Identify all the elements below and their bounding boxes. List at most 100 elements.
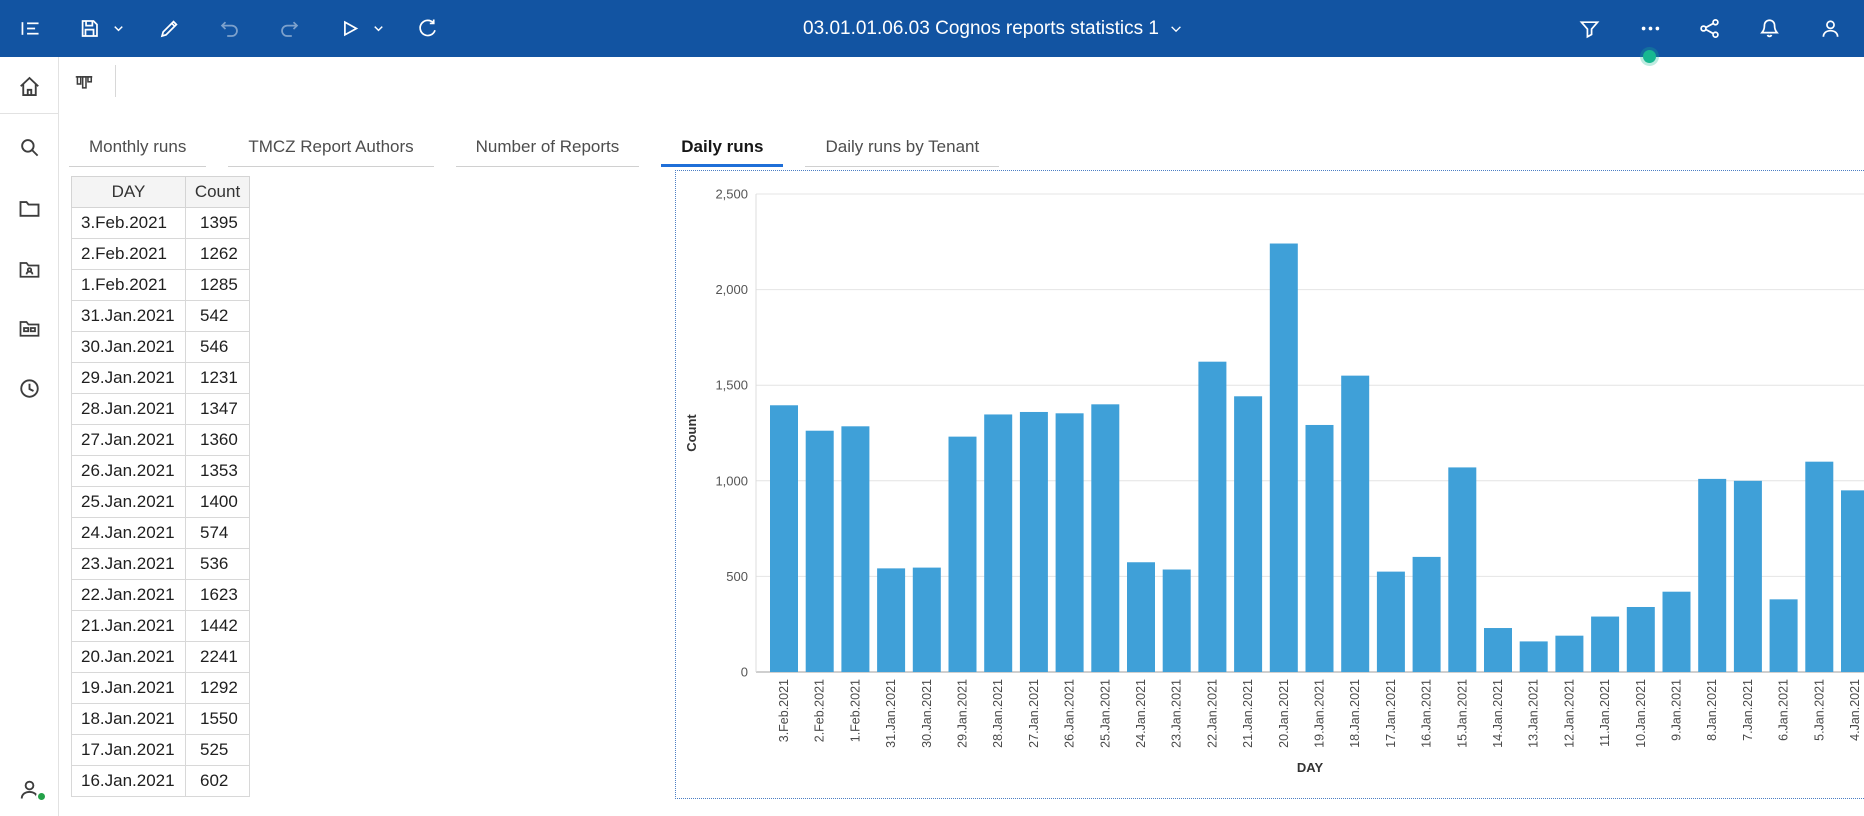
bar-11.Jan.2021[interactable] bbox=[1591, 616, 1620, 672]
bar-2.Feb.2021[interactable] bbox=[805, 430, 834, 672]
bar-16.Jan.2021[interactable] bbox=[1412, 556, 1441, 672]
cell-count[interactable]: 1231 bbox=[185, 362, 250, 394]
redo-button[interactable] bbox=[271, 11, 307, 47]
table-row[interactable]: 19.Jan.2021 1292 bbox=[71, 672, 250, 704]
filter-button[interactable] bbox=[1571, 11, 1607, 47]
refresh-button[interactable] bbox=[409, 11, 445, 47]
bar-22.Jan.2021[interactable] bbox=[1198, 361, 1227, 672]
cell-count[interactable]: 1262 bbox=[185, 238, 250, 270]
cell-day[interactable]: 1.Feb.2021 bbox=[71, 269, 186, 301]
table-row[interactable]: 3.Feb.2021 1395 bbox=[71, 207, 250, 239]
undo-button[interactable] bbox=[211, 11, 247, 47]
run-button[interactable] bbox=[331, 11, 367, 47]
bar-13.Jan.2021[interactable] bbox=[1519, 641, 1548, 672]
sidebar-item-home[interactable] bbox=[11, 68, 47, 104]
cell-count[interactable]: 525 bbox=[185, 734, 250, 766]
cell-count[interactable]: 1360 bbox=[185, 424, 250, 456]
tab-tmcz-report-authors[interactable]: TMCZ Report Authors bbox=[228, 127, 434, 167]
bar-10.Jan.2021[interactable] bbox=[1626, 606, 1655, 672]
account-button[interactable] bbox=[1812, 11, 1848, 47]
cell-day[interactable]: 23.Jan.2021 bbox=[71, 548, 186, 580]
table-row[interactable]: 18.Jan.2021 1550 bbox=[71, 703, 250, 735]
cell-day[interactable]: 21.Jan.2021 bbox=[71, 610, 186, 642]
table-row[interactable]: 30.Jan.2021 546 bbox=[71, 331, 250, 363]
bar-28.Jan.2021[interactable] bbox=[984, 414, 1013, 672]
cell-count[interactable]: 1623 bbox=[185, 579, 250, 611]
cell-day[interactable]: 30.Jan.2021 bbox=[71, 331, 186, 363]
cell-day[interactable]: 3.Feb.2021 bbox=[71, 207, 186, 239]
table-row[interactable]: 2.Feb.2021 1262 bbox=[71, 238, 250, 270]
tab-monthly-runs[interactable]: Monthly runs bbox=[69, 127, 207, 167]
table-row[interactable]: 31.Jan.2021 542 bbox=[71, 300, 250, 332]
cell-day[interactable]: 29.Jan.2021 bbox=[71, 362, 186, 394]
bar-23.Jan.2021[interactable] bbox=[1162, 569, 1191, 672]
bar-30.Jan.2021[interactable] bbox=[912, 567, 941, 672]
cell-count[interactable]: 602 bbox=[185, 765, 250, 797]
runs-table[interactable]: DAY Count 3.Feb.2021 1395 2.Feb.2021 1262 1.Fe… bbox=[71, 176, 250, 797]
sidebar-item-my-content[interactable] bbox=[11, 190, 47, 226]
bar-29.Jan.2021[interactable] bbox=[948, 436, 977, 672]
bar-27.Jan.2021[interactable] bbox=[1019, 411, 1048, 672]
table-row[interactable]: 28.Jan.2021 1347 bbox=[71, 393, 250, 425]
bar-4.Jan.2021[interactable] bbox=[1841, 490, 1864, 672]
cell-day[interactable]: 25.Jan.2021 bbox=[71, 486, 186, 518]
bar-20.Jan.2021[interactable] bbox=[1269, 243, 1298, 672]
table-row[interactable]: 27.Jan.2021 1360 bbox=[71, 424, 250, 456]
cell-day[interactable]: 16.Jan.2021 bbox=[71, 765, 186, 797]
widget-button[interactable] bbox=[66, 66, 102, 102]
cell-count[interactable]: 1395 bbox=[185, 207, 250, 239]
bar-15.Jan.2021[interactable] bbox=[1448, 467, 1477, 672]
sidebar-item-shared-content[interactable] bbox=[11, 251, 47, 287]
bar-18.Jan.2021[interactable] bbox=[1341, 375, 1370, 672]
report-title-dropdown[interactable]: 03.01.01.06.03 Cognos reports statistics… bbox=[803, 18, 1183, 40]
edit-button[interactable] bbox=[151, 11, 187, 47]
daily-runs-chart-widget[interactable]: 0 500 1,000 1,500 2,000 2,500 3.Feb.2021 2.Feb.… bbox=[675, 170, 1864, 799]
cell-count[interactable]: 2241 bbox=[185, 641, 250, 673]
cell-day[interactable]: 18.Jan.2021 bbox=[71, 703, 186, 735]
bar-31.Jan.2021[interactable] bbox=[877, 568, 906, 672]
cell-count[interactable]: 1292 bbox=[185, 672, 250, 704]
more-options-button[interactable] bbox=[1632, 11, 1668, 47]
cell-count[interactable]: 1347 bbox=[185, 393, 250, 425]
cell-day[interactable]: 2.Feb.2021 bbox=[71, 238, 186, 270]
bar-14.Jan.2021[interactable] bbox=[1484, 628, 1512, 672]
cell-count[interactable]: 1550 bbox=[185, 703, 250, 735]
table-row[interactable]: 1.Feb.2021 1285 bbox=[71, 269, 250, 301]
bar-3.Feb.2021[interactable] bbox=[770, 405, 798, 672]
bar-7.Jan.2021[interactable] bbox=[1733, 480, 1762, 672]
bar-8.Jan.2021[interactable] bbox=[1698, 478, 1727, 672]
column-header-day[interactable]: DAY bbox=[71, 176, 186, 208]
bar-21.Jan.2021[interactable] bbox=[1234, 396, 1263, 672]
share-button[interactable] bbox=[1691, 11, 1727, 47]
cell-day[interactable]: 26.Jan.2021 bbox=[71, 455, 186, 487]
bar-1.Feb.2021[interactable] bbox=[841, 426, 870, 672]
bar-24.Jan.2021[interactable] bbox=[1127, 562, 1155, 672]
cell-count[interactable]: 1442 bbox=[185, 610, 250, 642]
sidebar-item-team-content[interactable] bbox=[11, 310, 47, 346]
run-options-button[interactable] bbox=[366, 11, 390, 47]
cell-count[interactable]: 1400 bbox=[185, 486, 250, 518]
cell-day[interactable]: 17.Jan.2021 bbox=[71, 734, 186, 766]
sidebar-item-recent[interactable] bbox=[11, 370, 47, 406]
bar-19.Jan.2021[interactable] bbox=[1305, 424, 1334, 672]
bar-17.Jan.2021[interactable] bbox=[1376, 571, 1405, 672]
cell-count[interactable]: 574 bbox=[185, 517, 250, 549]
bar-6.Jan.2021[interactable] bbox=[1769, 599, 1798, 672]
table-row[interactable]: 21.Jan.2021 1442 bbox=[71, 610, 250, 642]
cell-day[interactable]: 20.Jan.2021 bbox=[71, 641, 186, 673]
cell-count[interactable]: 542 bbox=[185, 300, 250, 332]
cell-count[interactable]: 536 bbox=[185, 548, 250, 580]
bar-9.Jan.2021[interactable] bbox=[1662, 591, 1691, 672]
bar-25.Jan.2021[interactable] bbox=[1091, 404, 1120, 672]
open-menu-button[interactable] bbox=[12, 11, 48, 47]
save-options-button[interactable] bbox=[106, 11, 130, 47]
table-row[interactable]: 23.Jan.2021 536 bbox=[71, 548, 250, 580]
cell-day[interactable]: 24.Jan.2021 bbox=[71, 517, 186, 549]
table-row[interactable]: 17.Jan.2021 525 bbox=[71, 734, 250, 766]
table-row[interactable]: 24.Jan.2021 574 bbox=[71, 517, 250, 549]
tab-number-of-reports[interactable]: Number of Reports bbox=[455, 127, 640, 167]
tab-daily-runs[interactable]: Daily runs bbox=[661, 127, 784, 167]
table-row[interactable]: 25.Jan.2021 1400 bbox=[71, 486, 250, 518]
cell-day[interactable]: 27.Jan.2021 bbox=[71, 424, 186, 456]
table-row[interactable]: 26.Jan.2021 1353 bbox=[71, 455, 250, 487]
